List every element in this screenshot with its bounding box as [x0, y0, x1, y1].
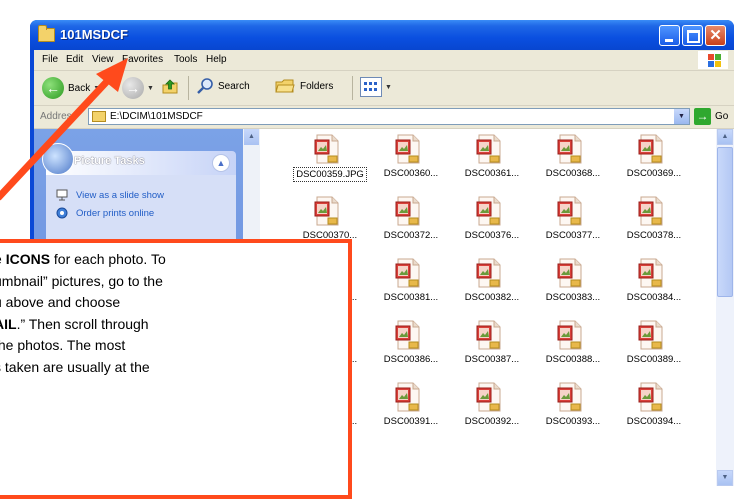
- pointer-arrow: [0, 58, 128, 201]
